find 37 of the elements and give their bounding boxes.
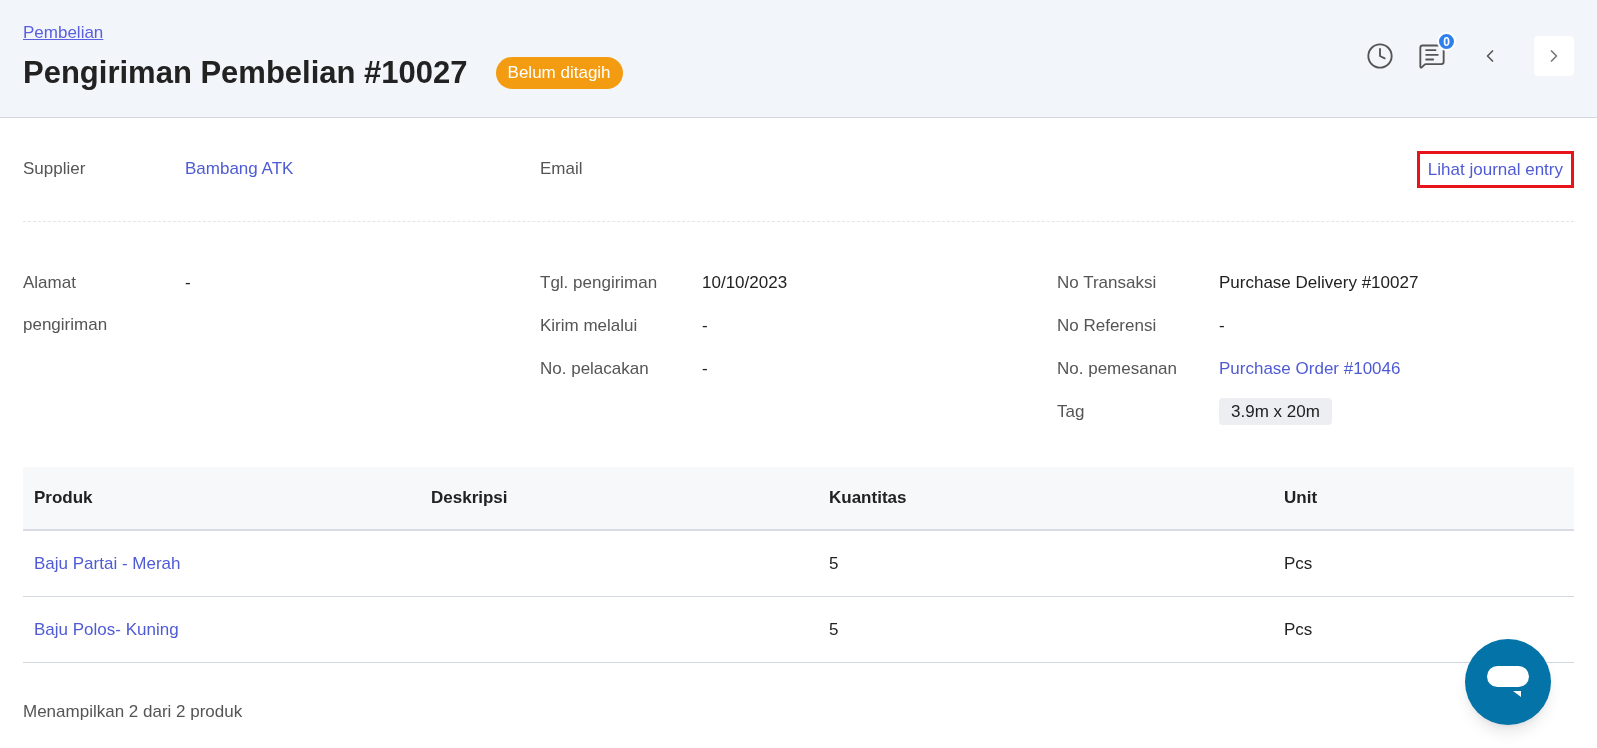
field-label: No Transaksi <box>1057 272 1158 294</box>
table-cell: Pcs <box>1284 619 1313 639</box>
column-header: Kuantitas <box>829 488 907 508</box>
value-link[interactable]: Bambang ATK <box>185 159 294 178</box>
field-value: - <box>702 359 708 378</box>
field-value: - <box>702 316 708 335</box>
field-label: No Referensi <box>1057 315 1158 337</box>
product-link[interactable]: Baju Polos- Kuning <box>34 619 179 639</box>
field-value: - <box>1219 316 1225 335</box>
field-label: Kirim melalui <box>540 315 639 337</box>
field-value: Purchase Delivery #10027 <box>1219 273 1419 292</box>
history-icon[interactable] <box>1366 42 1394 70</box>
tag-chip: 3.9m x 20m <box>1219 398 1332 425</box>
column-header: Deskripsi <box>431 488 508 508</box>
field-label: Tag <box>1057 401 1086 423</box>
comment-count-badge: 0 <box>1437 32 1456 51</box>
field-value: - <box>185 273 191 292</box>
product-count-text: Menampilkan 2 dari 2 produk <box>23 701 244 723</box>
field-label: Email <box>540 158 584 180</box>
journal-entry-link[interactable]: Lihat journal entry <box>1416 150 1574 189</box>
value-link[interactable]: Purchase Order #10046 <box>1219 359 1401 378</box>
field-label: No. pemesanan <box>1057 358 1179 380</box>
column-header: Produk <box>34 488 93 508</box>
page-title: Pengiriman Pembelian #10027 <box>23 53 468 92</box>
product-link[interactable]: Baju Partai - Merah <box>34 553 181 573</box>
status-badge: Belum ditagih <box>495 57 623 89</box>
breadcrumb-link[interactable]: Pembelian <box>23 23 104 42</box>
table-cell: Pcs <box>1284 553 1313 573</box>
field-label: Alamat pengiriman <box>23 272 109 336</box>
table-cell: 5 <box>829 553 839 573</box>
field-label: Supplier <box>23 158 87 180</box>
table-cell: 5 <box>829 619 839 639</box>
chat-bubble-icon <box>1486 665 1530 699</box>
field-label: No. pelacakan <box>540 358 650 380</box>
field-value: 10/10/2023 <box>702 273 788 292</box>
column-header: Unit <box>1284 488 1318 508</box>
field-label: Tgl. pengiriman <box>540 272 659 294</box>
